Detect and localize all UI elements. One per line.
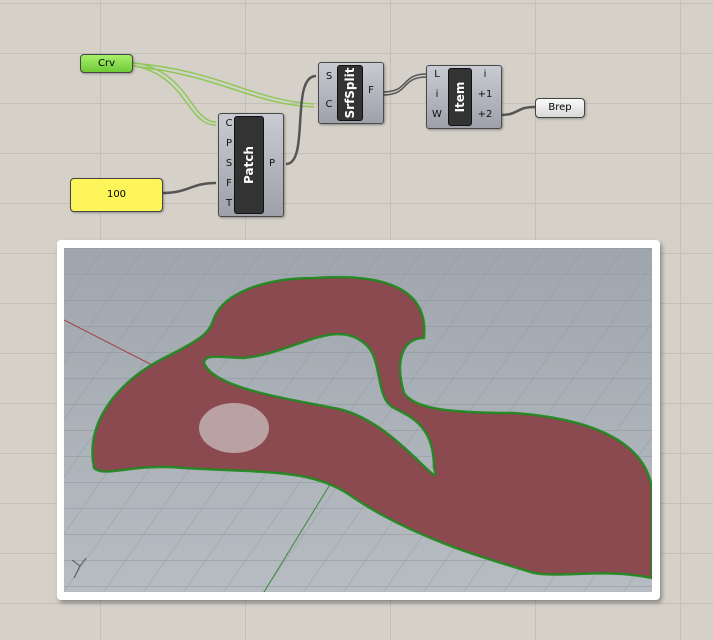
item-input-w[interactable]: W	[429, 109, 445, 120]
patch-output-p[interactable]: P	[264, 158, 280, 169]
item-output-plus2[interactable]: +2	[477, 109, 493, 120]
patch-component[interactable]: C P S F T Patch P	[218, 113, 284, 217]
number-slider[interactable]: 100	[70, 178, 163, 212]
curve-param[interactable]: Crv	[80, 54, 133, 73]
brep-param-label: Brep	[548, 102, 572, 113]
item-output-plus1[interactable]: +1	[477, 89, 493, 100]
srfsplit-component[interactable]: S C SrfSplit F	[318, 62, 384, 124]
item-output-i[interactable]: i	[477, 69, 493, 80]
srfsplit-output-f[interactable]: F	[363, 85, 379, 96]
item-input-l[interactable]: L	[429, 69, 445, 80]
item-input-i[interactable]: i	[429, 89, 445, 100]
patch-title: Patch	[242, 146, 256, 184]
brep-param[interactable]: Brep	[535, 98, 585, 118]
viewport-preview	[57, 240, 660, 600]
srfsplit-input-c[interactable]: C	[321, 99, 337, 110]
curve-param-label: Crv	[97, 58, 115, 69]
item-title: Item	[453, 81, 467, 113]
list-item-component[interactable]: L i W Item i +1 +2	[426, 65, 502, 129]
slider-value: 100	[106, 189, 127, 200]
srfsplit-input-s[interactable]: S	[321, 71, 337, 82]
surface-render	[63, 248, 654, 593]
srfsplit-title: SrfSplit	[343, 67, 357, 119]
